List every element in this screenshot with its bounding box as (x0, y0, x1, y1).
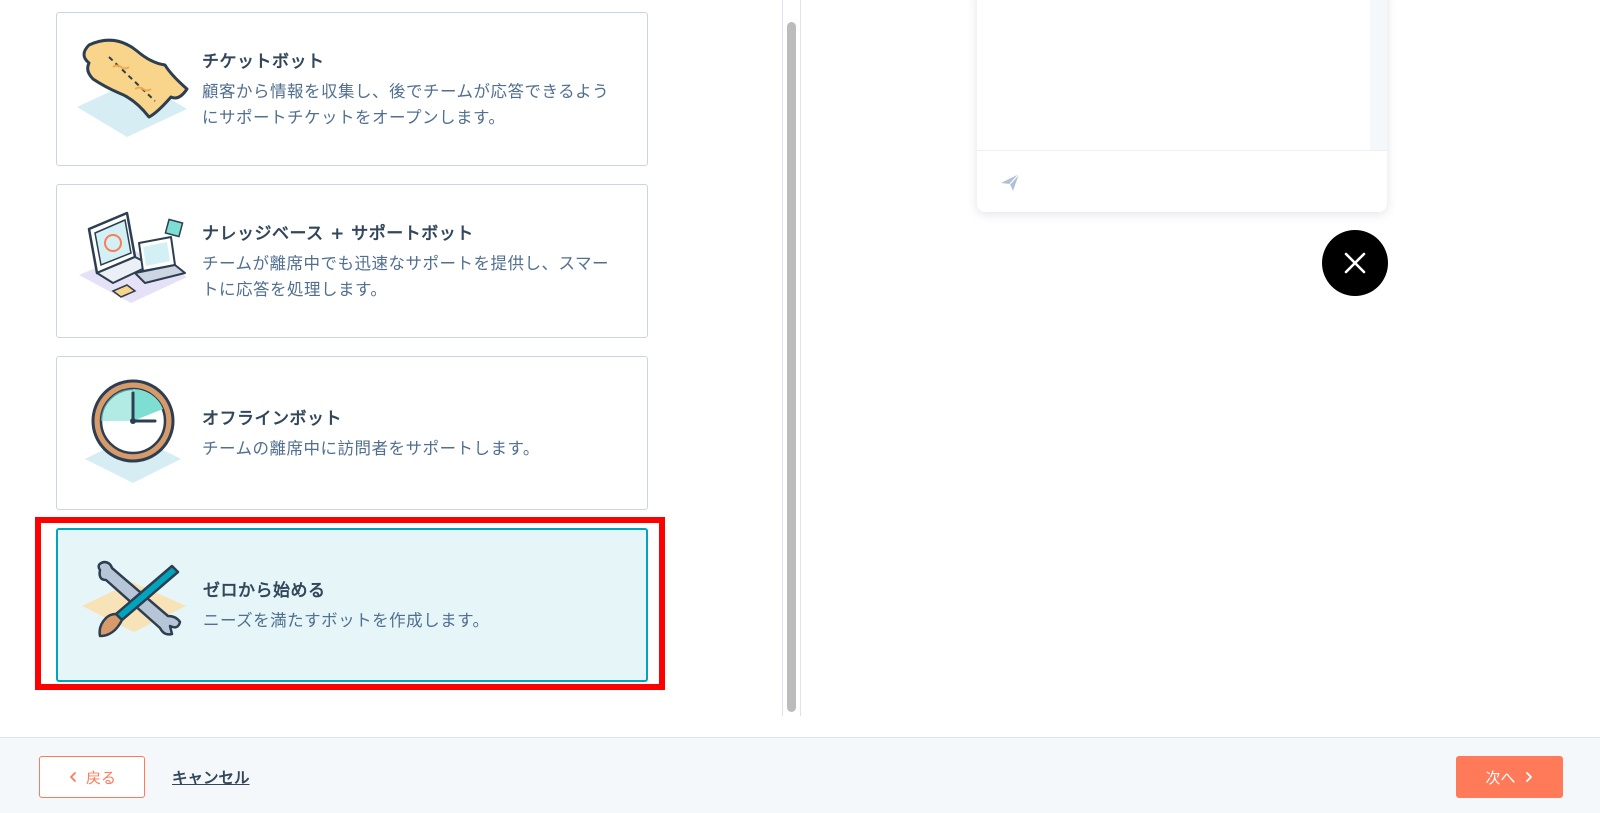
clock-icon (75, 379, 191, 489)
paper-plane-icon[interactable] (999, 171, 1021, 193)
template-description-line: 顧客から情報を収集し、後でチームが応答できるよう (202, 82, 610, 101)
template-title: チケットボット (202, 52, 325, 72)
back-button-label: 戻る (85, 768, 116, 787)
next-button-label: 次へ (1485, 768, 1516, 787)
template-card-offline-bot[interactable]: オフラインボット チームの離席中に訪問者をサポートします。 (56, 356, 648, 510)
template-card-start-from-scratch[interactable]: ゼロから始める ニーズを満たすボットを作成します。 (56, 528, 648, 682)
back-button[interactable]: 戻る (39, 756, 145, 798)
template-description-line: トに応答を処理します。 (202, 280, 388, 299)
pane-divider (782, 0, 783, 716)
wizard-footer: 戻る キャンセル 次へ (0, 737, 1600, 813)
template-description: チームが離席中でも迅速なサポートを提供し、スマー トに応答を処理します。 (202, 251, 632, 303)
template-description-line: チームの離席中に訪問者をサポートします。 (202, 439, 540, 458)
template-description-line: ニーズを満たすボットを作成します。 (203, 611, 490, 630)
scrollbar-thumb[interactable] (787, 22, 796, 712)
chat-preview-window (977, 0, 1387, 212)
template-title: オフラインボット (202, 409, 342, 429)
chat-close-button[interactable] (1322, 230, 1388, 296)
chat-scrollbar[interactable] (1370, 0, 1387, 150)
template-card-ticket-bot[interactable]: チケットボット 顧客から情報を収集し、後でチームが応答できるよう にサポートチケ… (56, 12, 648, 166)
tools-icon (76, 550, 192, 660)
next-button[interactable]: 次へ (1456, 756, 1563, 798)
template-description: 顧客から情報を収集し、後でチームが応答できるよう にサポートチケットをオープンし… (202, 79, 632, 131)
cancel-link[interactable]: キャンセル (172, 766, 250, 788)
template-description: ニーズを満たすボットを作成します。 (203, 608, 633, 634)
template-description-line: チームが離席中でも迅速なサポートを提供し、スマー (202, 254, 610, 273)
computer-icon (75, 207, 191, 317)
chevron-left-icon (70, 772, 76, 782)
template-description-line: にサポートチケットをオープンします。 (202, 108, 506, 127)
chat-input-area[interactable] (977, 150, 1387, 213)
template-title: ナレッジベース + サポートボット (202, 224, 474, 244)
ticket-icon (75, 35, 191, 145)
pane-divider (800, 0, 801, 716)
chat-message-area (977, 0, 1371, 150)
template-card-knowledge-base-bot[interactable]: ナレッジベース + サポートボット チームが離席中でも迅速なサポートを提供し、ス… (56, 184, 648, 338)
template-title: ゼロから始める (203, 581, 326, 601)
template-description: チームの離席中に訪問者をサポートします。 (202, 436, 632, 462)
chevron-right-icon (1525, 772, 1532, 782)
close-icon (1344, 252, 1366, 274)
